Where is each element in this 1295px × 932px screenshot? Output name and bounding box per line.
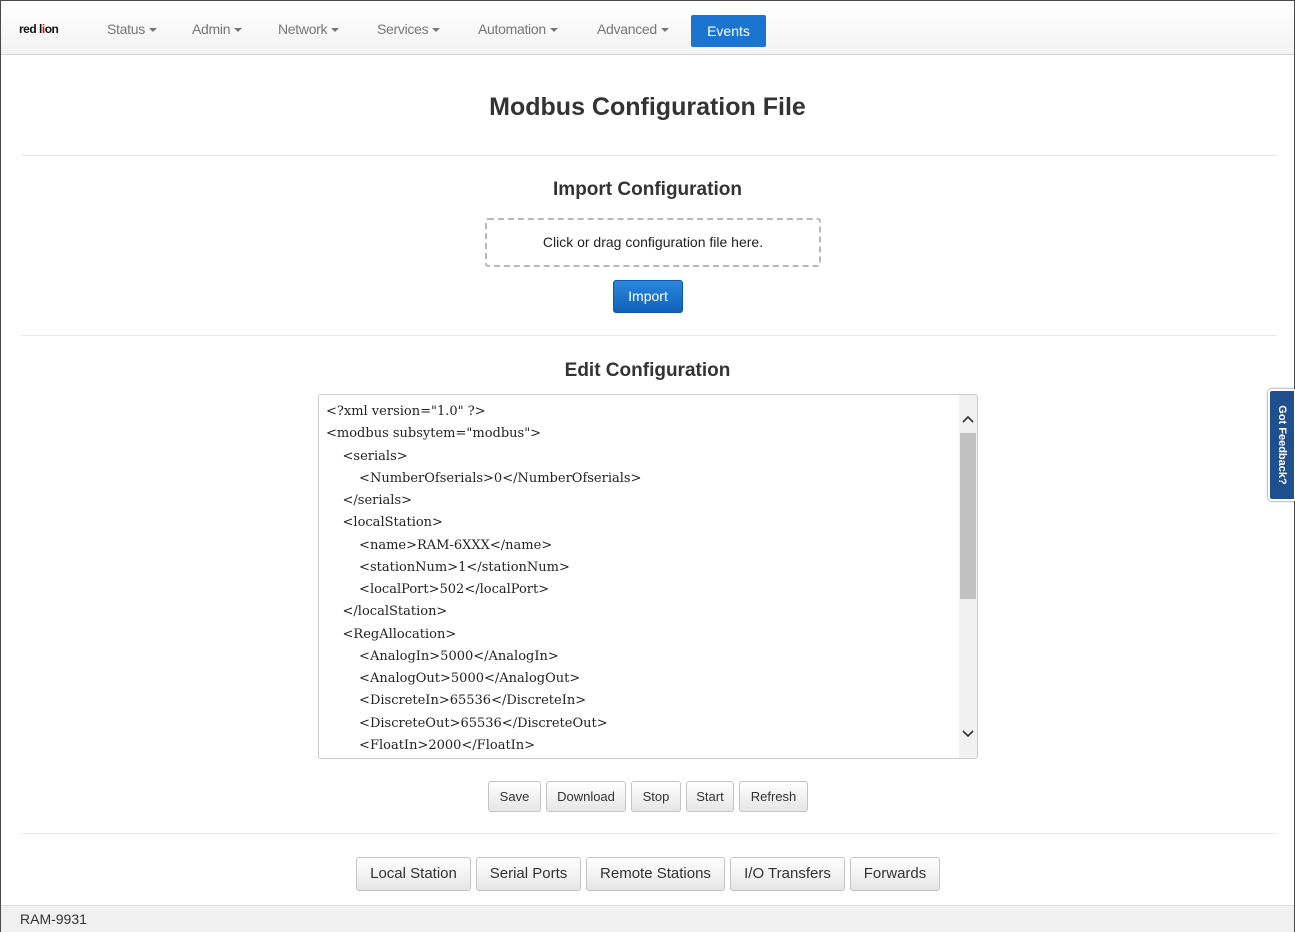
page-title: Modbus Configuration File <box>489 93 806 121</box>
code-line: </localStation> <box>326 604 448 620</box>
refresh-button[interactable]: Refresh <box>739 781 808 812</box>
nav-network-label: Network <box>278 21 328 37</box>
chevron-down-icon[interactable] <box>959 725 977 743</box>
top-navbar: red lion Status Admin Network Services A… <box>1 1 1294 55</box>
io-transfers-button[interactable]: I/O Transfers <box>730 857 845 891</box>
serial-ports-button[interactable]: Serial Ports <box>476 857 581 891</box>
feedback-tab[interactable]: Got Feedback? <box>1268 389 1295 501</box>
nav-network[interactable]: Network <box>278 21 340 37</box>
redlion-logo[interactable]: red lion <box>19 22 59 36</box>
code-line: </serials> <box>326 493 413 508</box>
nav-automation-label: Automation <box>478 21 546 37</box>
code-line: <localPort>502</localPort> <box>326 582 550 597</box>
remote-stations-button[interactable]: Remote Stations <box>586 857 725 891</box>
chevron-up-icon[interactable] <box>959 410 977 428</box>
local-station-button[interactable]: Local Station <box>356 857 471 891</box>
divider <box>21 833 1277 834</box>
code-line: <?xml version="1.0" ?> <box>326 404 486 419</box>
code-line: <AnalogOut>5000</AnalogOut> <box>326 671 581 686</box>
caret-down-icon <box>432 28 441 33</box>
logo-text: red l <box>19 22 42 36</box>
code-line: <DiscreteOut>65536</DiscreteOut> <box>326 715 608 731</box>
stop-button[interactable]: Stop <box>631 781 681 812</box>
code-line: <localStation> <box>326 515 443 531</box>
caret-down-icon <box>660 28 669 33</box>
edit-section-title: Edit Configuration <box>564 360 731 381</box>
code-line: <modbus subsytem="modbus"> <box>326 426 542 442</box>
save-button[interactable]: Save <box>488 781 541 812</box>
code-line: <name>RAM-6XXX</name> <box>326 537 553 553</box>
feedback-label: Got Feedback? <box>1276 405 1288 485</box>
code-line: <stationNum>1</stationNum> <box>326 559 570 575</box>
nav-services-label: Services <box>377 21 429 37</box>
nav-advanced-label: Advanced <box>597 21 657 37</box>
nav-admin[interactable]: Admin <box>192 21 243 37</box>
nav-services[interactable]: Services <box>377 21 441 37</box>
caret-down-icon <box>331 28 340 33</box>
code-line: <AnalogIn>5000</AnalogIn> <box>326 648 559 664</box>
caret-down-icon <box>549 28 558 33</box>
divider <box>21 335 1277 336</box>
code-line: <NumberOfserials>0</NumberOfserials> <box>326 470 642 486</box>
logo-text-end: on <box>44 22 59 36</box>
code-line: <serials> <box>326 448 408 464</box>
import-section-title: Import Configuration <box>553 179 742 200</box>
config-editor[interactable]: <?xml version="1.0" ?> <modbus subsytem="… <box>318 394 978 759</box>
start-button[interactable]: Start <box>686 781 734 812</box>
nav-status[interactable]: Status <box>107 21 157 37</box>
code-line: <FloatIn>2000</FloatIn> <box>326 737 536 753</box>
device-name: RAM-9931 <box>20 911 87 927</box>
nav-automation[interactable]: Automation <box>478 21 558 37</box>
download-button[interactable]: Download <box>546 781 626 812</box>
nav-events[interactable]: Events <box>691 15 766 47</box>
scroll-thumb[interactable] <box>960 433 976 599</box>
divider <box>21 155 1277 156</box>
code-line: <DiscreteIn>65536</DiscreteIn> <box>326 693 587 709</box>
editor-scrollbar[interactable] <box>959 395 977 758</box>
import-button[interactable]: Import <box>613 280 683 313</box>
file-dropzone[interactable]: Click or drag configuration file here. <box>485 218 821 267</box>
code-line: <RegAllocation> <box>326 626 457 642</box>
forwards-button[interactable]: Forwards <box>850 857 940 891</box>
nav-advanced[interactable]: Advanced <box>597 21 669 37</box>
config-code[interactable]: <?xml version="1.0" ?> <modbus subsytem="… <box>326 401 641 757</box>
nav-admin-label: Admin <box>192 21 231 37</box>
footer-bar: RAM-9931 <box>1 905 1294 932</box>
caret-down-icon <box>234 28 243 33</box>
nav-status-label: Status <box>107 21 145 37</box>
caret-down-icon <box>148 28 157 33</box>
